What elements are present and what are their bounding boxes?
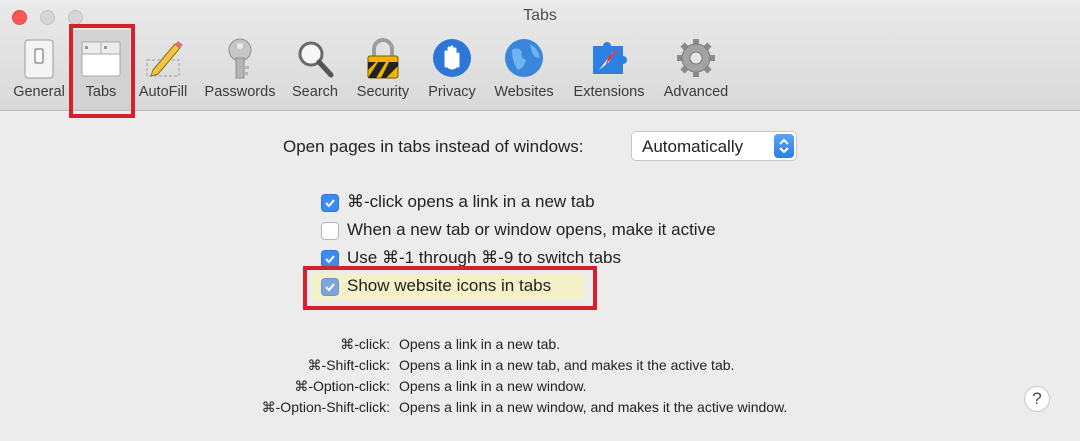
toolbar-label: Privacy [428,84,476,100]
puzzle-icon [585,36,633,82]
toolbar-label: General [13,84,65,100]
toolbar-extensions[interactable]: Extensions [567,34,651,104]
toolbar-label: Passwords [204,84,276,100]
checkbox[interactable] [321,222,339,240]
shortcut-keys: ⌘-Shift-click: [307,357,390,373]
option-label: ⌘-click opens a link in a new tab [347,192,595,211]
help-button[interactable]: ? [1024,386,1050,412]
toolbar-label: Search [292,84,338,100]
annotation-box-website-icons [303,266,597,310]
pencil-icon [139,36,187,82]
popup-value: Automatically [642,137,744,156]
magnifier-icon [291,36,339,82]
titlebar: Tabs General Tabs AutoFill Passwords Sea… [0,0,1080,111]
toolbar-label: Security [356,84,410,100]
annotation-box-tabs [69,24,135,118]
toolbar-passwords[interactable]: Passwords [200,34,280,104]
toolbar-autofill[interactable]: AutoFill [134,34,192,104]
shortcut-desc: Opens a link in a new window. [399,378,587,394]
checkmark-icon [325,199,335,208]
toolbar-label: Advanced [663,84,729,100]
toolbar-label: AutoFill [138,84,188,100]
lock-icon [359,36,407,82]
checkbox[interactable] [321,194,339,212]
globe-icon [500,36,548,82]
general-icon [15,36,63,82]
hand-icon [428,36,476,82]
window-title: Tabs [523,7,557,24]
option-label: Use ⌘-1 through ⌘-9 to switch tabs [347,248,622,267]
key-icon [216,36,264,82]
shortcut-desc: Opens a link in a new window, and makes … [399,399,788,415]
gear-icon [672,36,720,82]
toolbar-label: Websites [494,84,554,100]
toolbar-advanced[interactable]: Advanced [658,34,734,104]
shortcut-keys: ⌘-Option-click: [294,378,390,394]
option-label: When a new tab or window opens, make it … [347,220,716,239]
toolbar-security[interactable]: Security [350,34,416,104]
shortcut-keys: ⌘-Option-Shift-click: [261,399,390,415]
toolbar-search[interactable]: Search [285,34,345,104]
toolbar-general[interactable]: General [8,34,70,104]
open-pages-popup[interactable]: Automatically [631,131,797,161]
toolbar-label: Extensions [573,84,645,100]
updown-chevron-icon [774,134,794,158]
safari-preferences-window: Tabs General Tabs AutoFill Passwords Sea… [0,0,1080,441]
shortcut-keys: ⌘-click: [340,336,390,352]
shortcut-desc: Opens a link in a new tab, and makes it … [399,357,735,373]
toolbar-privacy[interactable]: Privacy [421,34,483,104]
shortcut-desc: Opens a link in a new tab. [399,336,561,352]
checkmark-icon [325,255,335,264]
toolbar-websites[interactable]: Websites [488,34,560,104]
open-pages-label: Open pages in tabs instead of windows: [283,137,584,156]
